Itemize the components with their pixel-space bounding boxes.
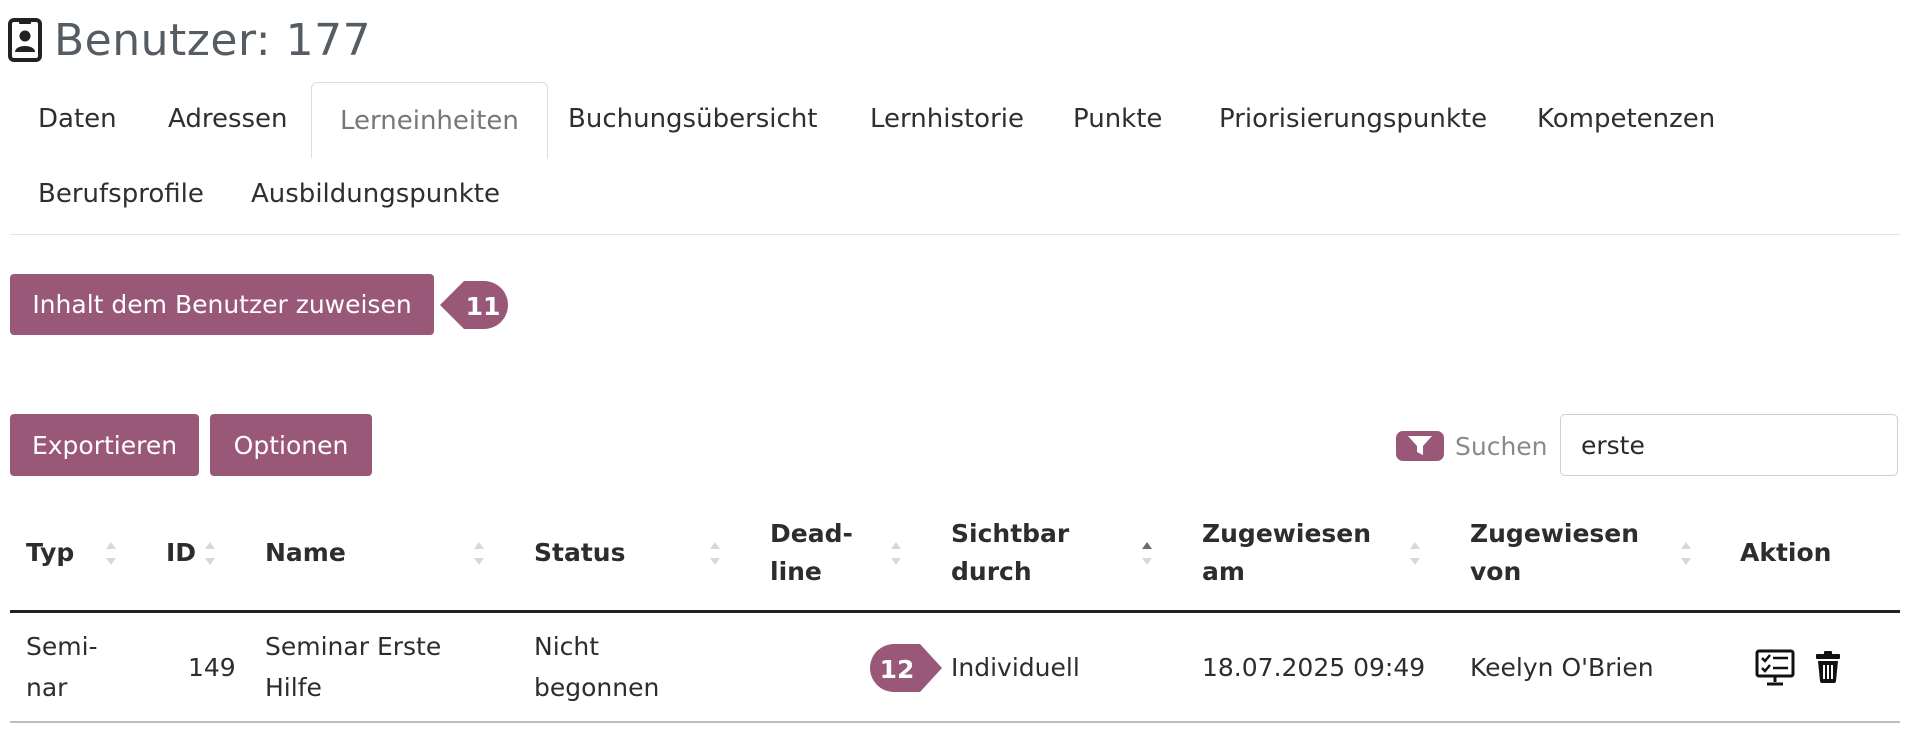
col-header-sichtbar-line2[interactable]: durch bbox=[951, 553, 1032, 591]
sort-icon[interactable] bbox=[1410, 542, 1422, 568]
cell-sichtbar: Individuell bbox=[951, 653, 1080, 682]
col-header-status[interactable]: Status bbox=[534, 534, 625, 572]
callout-marker-11: 11 bbox=[438, 277, 512, 333]
sort-ascending-icon[interactable] bbox=[1142, 542, 1154, 568]
tab-punkte[interactable]: Punkte bbox=[1073, 103, 1162, 135]
col-header-sichtbar-line1[interactable]: Sichtbar bbox=[951, 515, 1069, 553]
tab-buchungsuebersicht[interactable]: Buchungsübersicht bbox=[568, 103, 818, 135]
table-row-divider bbox=[10, 721, 1900, 723]
col-header-zugewiesen-am-line1[interactable]: Zugewiesen bbox=[1202, 515, 1371, 553]
col-header-zugewiesen-von-line1[interactable]: Zugewiesen bbox=[1470, 515, 1639, 553]
filter-icon[interactable] bbox=[1396, 431, 1444, 461]
search-input[interactable] bbox=[1560, 414, 1898, 476]
search-label-group: Suchen bbox=[1396, 430, 1548, 462]
col-header-name[interactable]: Name bbox=[265, 534, 346, 572]
trash-icon[interactable] bbox=[1815, 650, 1841, 688]
cell-typ-line2: nar bbox=[26, 673, 68, 702]
col-header-id[interactable]: ID bbox=[166, 534, 196, 572]
table-header-divider bbox=[10, 610, 1900, 613]
sort-icon[interactable] bbox=[106, 542, 118, 568]
cell-name-line2: Hilfe bbox=[265, 673, 322, 702]
tab-bar: Daten Adressen Lerneinheiten Buchungsübe… bbox=[10, 82, 1900, 235]
assign-content-button[interactable]: Inhalt dem Benutzer zuweisen bbox=[10, 274, 434, 335]
page-header: Benutzer: 177 bbox=[8, 10, 371, 70]
col-header-aktion: Aktion bbox=[1740, 538, 1832, 567]
contact-card-icon bbox=[8, 18, 42, 62]
sort-icon[interactable] bbox=[891, 542, 903, 568]
cell-id: 149 bbox=[188, 653, 236, 682]
sort-icon[interactable] bbox=[474, 542, 486, 568]
col-header-typ[interactable]: Typ bbox=[26, 534, 74, 572]
export-button[interactable]: Exportieren bbox=[10, 414, 199, 476]
sort-icon[interactable] bbox=[710, 542, 722, 568]
assign-content-button-label: Inhalt dem Benutzer zuweisen bbox=[32, 290, 412, 319]
cell-zugewiesen-am: 18.07.2025 09:49 bbox=[1202, 653, 1426, 682]
col-header-deadline-line2[interactable]: line bbox=[770, 553, 822, 591]
tab-berufsprofile[interactable]: Berufsprofile bbox=[38, 178, 204, 210]
col-header-deadline-line1[interactable]: Dead- bbox=[770, 515, 853, 553]
cell-name-line1: Seminar Erste bbox=[265, 632, 442, 661]
options-button-label: Optionen bbox=[233, 430, 349, 460]
tab-priorisierungspunkte[interactable]: Priorisierungspunkte bbox=[1219, 103, 1487, 135]
sort-icon[interactable] bbox=[205, 542, 217, 568]
checklist-monitor-icon[interactable] bbox=[1755, 648, 1795, 692]
tab-lernhistorie[interactable]: Lernhistorie bbox=[870, 103, 1024, 135]
page-title: Benutzer: 177 bbox=[54, 14, 372, 66]
search-label: Suchen bbox=[1455, 431, 1548, 461]
col-header-zugewiesen-von-line2[interactable]: von bbox=[1470, 553, 1521, 591]
callout-marker-11-label: 11 bbox=[466, 292, 501, 321]
cell-zugewiesen-von: Keelyn O'Brien bbox=[1470, 653, 1654, 682]
col-header-zugewiesen-am-line2[interactable]: am bbox=[1202, 553, 1245, 591]
tab-ausbildungspunkte[interactable]: Ausbildungspunkte bbox=[251, 178, 500, 210]
tab-lerneinheiten[interactable]: Lerneinheiten bbox=[311, 82, 548, 159]
tab-kompetenzen[interactable]: Kompetenzen bbox=[1537, 103, 1715, 135]
cell-typ-line1: Semi- bbox=[26, 632, 98, 661]
tab-daten[interactable]: Daten bbox=[38, 103, 117, 135]
tab-adressen[interactable]: Adressen bbox=[168, 103, 288, 135]
callout-marker-12-label: 12 bbox=[880, 655, 915, 684]
export-button-label: Exportieren bbox=[31, 430, 178, 460]
sort-icon[interactable] bbox=[1681, 542, 1693, 568]
options-button[interactable]: Optionen bbox=[210, 414, 372, 476]
callout-marker-12: 12 bbox=[868, 640, 944, 696]
cell-status-line1: Nicht bbox=[534, 632, 600, 661]
cell-status-line2: begonnen bbox=[534, 673, 660, 702]
